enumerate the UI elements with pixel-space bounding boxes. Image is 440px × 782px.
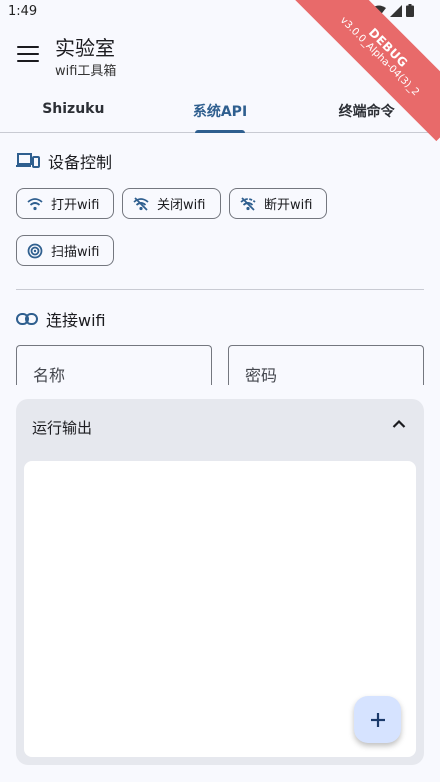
disconnect-wifi-label: 断开wifi	[264, 198, 313, 213]
device-control-header: 设备控制	[16, 149, 112, 173]
menu-icon[interactable]	[17, 46, 39, 64]
wifi-off-icon	[133, 196, 149, 211]
status-time: 1:49	[8, 4, 38, 19]
tab-shizuku[interactable]: Shizuku	[0, 88, 147, 132]
scan-wifi-button[interactable]: 扫描wifi	[16, 235, 114, 266]
wifi-disconnect-icon	[240, 196, 256, 211]
tab-system-api[interactable]: 系统API	[147, 88, 294, 133]
plus-icon	[370, 712, 385, 727]
wifi-name-placeholder: 名称	[33, 366, 66, 385]
scan-wifi-label: 扫描wifi	[51, 245, 100, 260]
connect-wifi-header: 连接wifi	[16, 307, 106, 331]
page-title: 实验室	[55, 36, 115, 60]
open-wifi-label: 打开wifi	[51, 198, 100, 213]
chevron-up-icon[interactable]	[392, 419, 406, 429]
wifi-name-field[interactable]: 名称	[16, 345, 212, 385]
link-icon	[16, 313, 38, 325]
cell-signal-icon	[390, 4, 402, 17]
open-wifi-button[interactable]: 打开wifi	[16, 188, 114, 219]
add-button[interactable]	[354, 696, 401, 743]
tab-bar: Shizuku 系统API 终端命令	[0, 88, 440, 133]
devices-icon	[16, 153, 40, 168]
wifi-password-placeholder: 密码	[245, 366, 278, 385]
wifi-password-field[interactable]: 密码	[228, 345, 424, 385]
page-subtitle: wifi工具箱	[55, 64, 117, 79]
output-title: 运行输出	[32, 419, 93, 437]
radar-icon	[27, 243, 43, 258]
connect-wifi-title: 连接wifi	[46, 311, 106, 330]
section-divider	[16, 289, 424, 290]
close-wifi-button[interactable]: 关闭wifi	[122, 188, 221, 219]
close-wifi-label: 关闭wifi	[157, 198, 206, 213]
wifi-icon	[27, 197, 43, 210]
device-control-title: 设备控制	[48, 153, 113, 172]
battery-icon	[406, 4, 414, 17]
disconnect-wifi-button[interactable]: 断开wifi	[229, 188, 327, 219]
